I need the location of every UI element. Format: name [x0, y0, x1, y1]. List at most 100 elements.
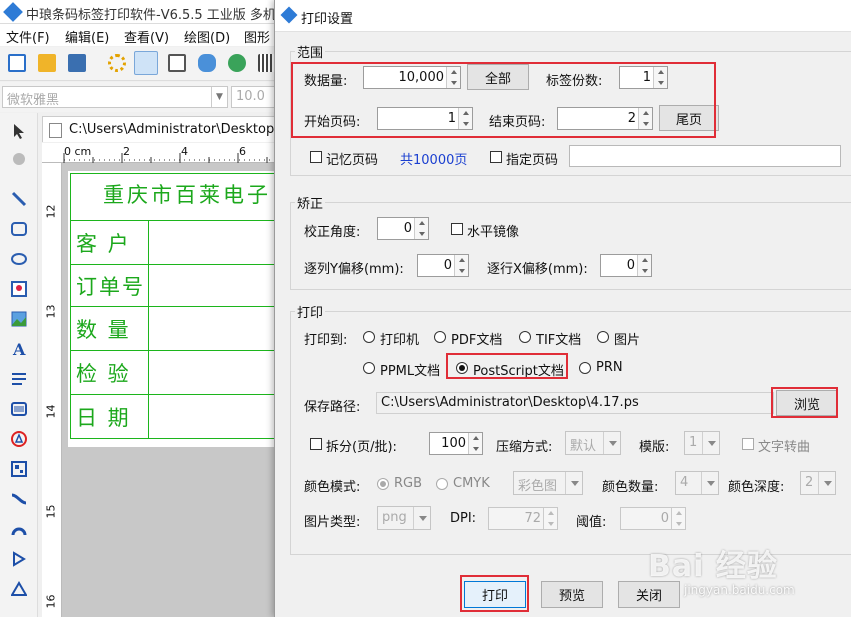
image-type-select[interactable]: png: [377, 506, 431, 530]
print-icon[interactable]: [134, 51, 158, 75]
preview-button[interactable]: 预览: [541, 581, 603, 608]
print-preview-icon[interactable]: [168, 54, 186, 72]
menu-shape[interactable]: 图形: [244, 27, 270, 46]
database-settings-icon[interactable]: [228, 54, 246, 72]
spinner-arrows-icon[interactable]: [468, 433, 482, 454]
label-table[interactable]: 重庆市百莱电子 客 户 订单号 数 量 检 验 日 期: [70, 173, 291, 439]
font-name-select[interactable]: 微软雅黑 ▼: [2, 86, 228, 108]
line-tool-icon[interactable]: [9, 189, 29, 209]
color-cmyk-radio[interactable]: [436, 478, 448, 490]
rectangle-tool-icon[interactable]: [9, 219, 29, 239]
last-page-button[interactable]: 尾页: [659, 105, 719, 131]
dpi-spinner[interactable]: 72: [488, 507, 558, 530]
browse-button[interactable]: 浏览: [776, 390, 838, 416]
ruler-label-2: 2: [123, 145, 130, 158]
copies-value: 1: [642, 70, 651, 85]
target-ppml-radio[interactable]: [363, 362, 375, 374]
settings-icon[interactable]: [108, 54, 126, 72]
target-image-radio[interactable]: [597, 331, 609, 343]
target-pdf-radio[interactable]: [434, 331, 446, 343]
template-label: 模版:: [639, 440, 670, 455]
template-select[interactable]: 1: [684, 431, 720, 455]
menu-view[interactable]: 查看(V): [124, 27, 169, 46]
new-icon[interactable]: [8, 54, 26, 72]
design-canvas[interactable]: 重庆市百莱电子 客 户 订单号 数 量 检 验 日 期: [62, 163, 291, 617]
menu-file[interactable]: 文件(F): [6, 27, 50, 46]
spinner-arrows-icon[interactable]: [671, 508, 685, 529]
data-count-spinner[interactable]: 10,000: [363, 66, 461, 89]
select-pointer-icon[interactable]: [9, 121, 29, 141]
spinner-arrows-icon[interactable]: [458, 108, 472, 129]
ellipse-tool-icon[interactable]: [9, 249, 29, 269]
print-button[interactable]: 打印: [464, 581, 526, 608]
specify-page-checkbox[interactable]: [490, 151, 502, 163]
spinner-arrows-icon[interactable]: [446, 67, 460, 88]
color-mode-label: 颜色模式:: [304, 480, 361, 495]
remember-page-checkbox[interactable]: [310, 151, 322, 163]
color-depth-select[interactable]: 2: [800, 471, 836, 495]
spinner-arrows-icon[interactable]: [414, 218, 428, 239]
target-tif-label: TIF文档: [536, 333, 582, 348]
start-page-spinner[interactable]: 1: [377, 107, 473, 130]
dialog-title-bar[interactable]: 打印设置: [275, 0, 851, 32]
end-page-label: 结束页码:: [489, 115, 546, 130]
split-value: 100: [441, 436, 466, 451]
specify-page-label: 指定页码: [506, 153, 559, 168]
color-map-select[interactable]: 彩色图: [513, 471, 583, 495]
label-row: 检 验: [71, 350, 291, 394]
database-icon[interactable]: [198, 54, 216, 72]
pan-hand-icon[interactable]: [9, 149, 29, 169]
arc-tool-icon[interactable]: [9, 519, 29, 539]
y-offset-spinner[interactable]: 0: [417, 254, 469, 277]
text-to-curve-checkbox[interactable]: [742, 438, 754, 450]
dpi-label: DPI:: [450, 511, 477, 526]
y-offset-value: 0: [443, 258, 452, 273]
end-page-spinner[interactable]: 2: [557, 107, 653, 130]
mirror-checkbox[interactable]: [451, 223, 463, 235]
menu-draw[interactable]: 绘图(D): [184, 27, 230, 46]
target-tif-radio[interactable]: [519, 331, 531, 343]
chevron-down-icon: [702, 432, 719, 454]
table-tool-icon[interactable]: [9, 459, 29, 479]
rich-text-tool-icon[interactable]: [9, 369, 29, 389]
qrcode-tool-icon[interactable]: [9, 429, 29, 449]
open-icon[interactable]: [38, 54, 56, 72]
specify-page-input[interactable]: [569, 145, 841, 167]
font-size-select[interactable]: 10.0: [231, 86, 275, 108]
label-row-caption: 检 验: [71, 351, 149, 394]
copies-spinner[interactable]: 1: [619, 66, 668, 89]
image-tool-icon[interactable]: [9, 279, 29, 299]
triangle-tool-icon[interactable]: [9, 579, 29, 599]
spinner-arrows-icon[interactable]: [638, 108, 652, 129]
chevron-down-icon: [701, 472, 718, 494]
polygon-tool-icon[interactable]: [9, 549, 29, 569]
all-button[interactable]: 全部: [467, 64, 529, 90]
picture-tool-icon[interactable]: [9, 309, 29, 329]
spinner-arrows-icon[interactable]: [653, 67, 667, 88]
save-icon[interactable]: [68, 54, 86, 72]
spinner-arrows-icon[interactable]: [543, 508, 557, 529]
angle-spinner[interactable]: 0: [377, 217, 429, 240]
document-tab[interactable]: C:\Users\Administrator\Desktop\: [42, 116, 282, 142]
target-printer-radio[interactable]: [363, 331, 375, 343]
compress-select[interactable]: 默认: [565, 431, 621, 455]
split-checkbox[interactable]: [310, 438, 322, 450]
angle-label: 校正角度:: [304, 225, 361, 240]
x-offset-spinner[interactable]: 0: [600, 254, 652, 277]
text-tool-icon[interactable]: A: [9, 339, 29, 359]
y-offset-label: 逐列Y偏移(mm):: [304, 262, 404, 277]
threshold-spinner[interactable]: 0: [620, 507, 686, 530]
curve-tool-icon[interactable]: [9, 489, 29, 509]
target-prn-radio[interactable]: [579, 362, 591, 374]
split-spinner[interactable]: 100: [429, 432, 483, 455]
barcode-tool-icon[interactable]: [9, 399, 29, 419]
menu-edit[interactable]: 编辑(E): [65, 27, 109, 46]
color-count-select[interactable]: 4: [675, 471, 719, 495]
save-path-input[interactable]: C:\Users\Administrator\Desktop\4.17.ps: [376, 392, 774, 414]
spinner-arrows-icon[interactable]: [454, 255, 468, 276]
color-rgb-radio[interactable]: [377, 478, 389, 490]
target-postscript-radio[interactable]: [456, 362, 468, 374]
chevron-down-icon: [413, 507, 430, 529]
spinner-arrows-icon[interactable]: [637, 255, 651, 276]
ruler-v-label-14: 14: [44, 404, 58, 419]
